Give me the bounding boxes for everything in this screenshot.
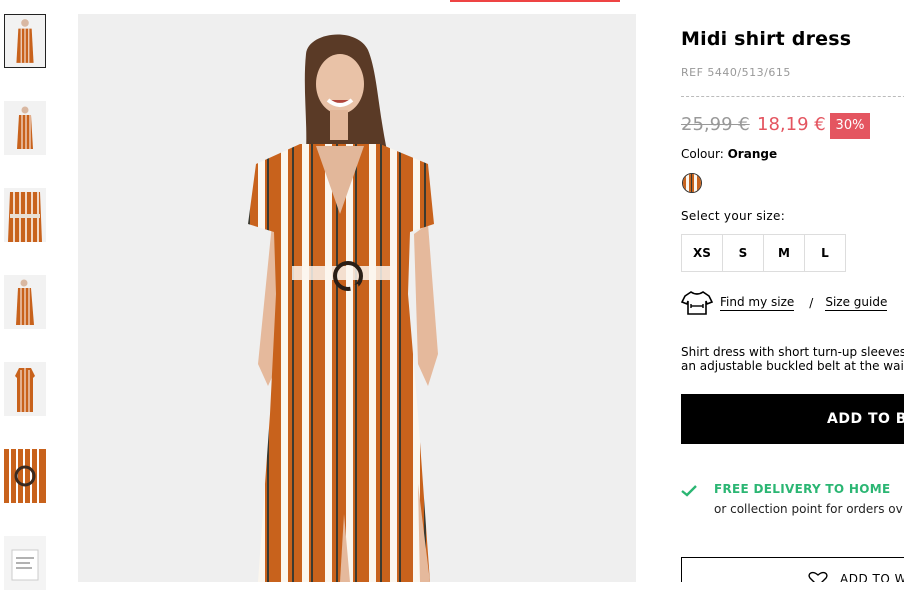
shirt-size-icon	[681, 291, 713, 315]
add-to-wishlist-button[interactable]: ADD TO WI	[681, 557, 904, 582]
wishlist-label: ADD TO WI	[840, 572, 904, 582]
heart-icon	[808, 571, 828, 582]
top-accent-bar	[450, 0, 620, 2]
size-m-button[interactable]: M	[763, 234, 805, 272]
delivery-title: FREE DELIVERY TO HOME	[714, 482, 891, 496]
main-product-image[interactable]	[78, 14, 636, 582]
add-to-basket-button[interactable]: ADD TO BA	[681, 394, 904, 444]
thumbnail-2[interactable]	[4, 101, 46, 155]
size-selector: XS S M L	[681, 234, 846, 272]
size-xs-button[interactable]: XS	[681, 234, 723, 272]
colour-value: Orange	[727, 147, 778, 161]
size-s-button[interactable]: S	[722, 234, 764, 272]
old-price: 25,99 €	[681, 114, 750, 135]
description-line-1: Shirt dress with short turn-up sleeves.	[681, 345, 904, 359]
colour-label: Colour:	[681, 147, 724, 161]
product-ref: REF 5440/513/615	[681, 66, 791, 79]
thumbnail-1[interactable]	[4, 14, 46, 68]
size-help-row: Find my size / Size guide	[681, 290, 888, 316]
divider	[681, 96, 904, 97]
thumbnail-6[interactable]	[4, 449, 46, 503]
description-line-2: an adjustable buckled belt at the waist.	[681, 359, 904, 373]
thumbnail-4[interactable]	[4, 275, 46, 329]
delivery-subtitle: or collection point for orders ov	[714, 502, 903, 516]
find-my-size-link[interactable]: Find my size	[720, 295, 795, 311]
discount-badge: 30%	[830, 113, 870, 139]
thumbnail-3[interactable]	[4, 188, 46, 242]
colour-swatch-orange[interactable]	[682, 173, 702, 193]
size-l-button[interactable]: L	[804, 234, 846, 272]
thumbnail-5[interactable]	[4, 362, 46, 416]
checkmark-icon	[681, 485, 697, 497]
sale-price: 18,19 €	[757, 114, 826, 135]
size-guide-link[interactable]: Size guide	[825, 295, 888, 311]
product-title: Midi shirt dress	[681, 28, 852, 50]
product-info-panel: Midi shirt dress REF 5440/513/615 25,99 …	[681, 0, 904, 582]
product-description: Shirt dress with short turn-up sleeves. …	[681, 345, 904, 373]
colour-row: Colour: Orange	[681, 147, 777, 161]
size-prompt: Select your size:	[681, 209, 786, 223]
link-separator: /	[809, 296, 814, 310]
